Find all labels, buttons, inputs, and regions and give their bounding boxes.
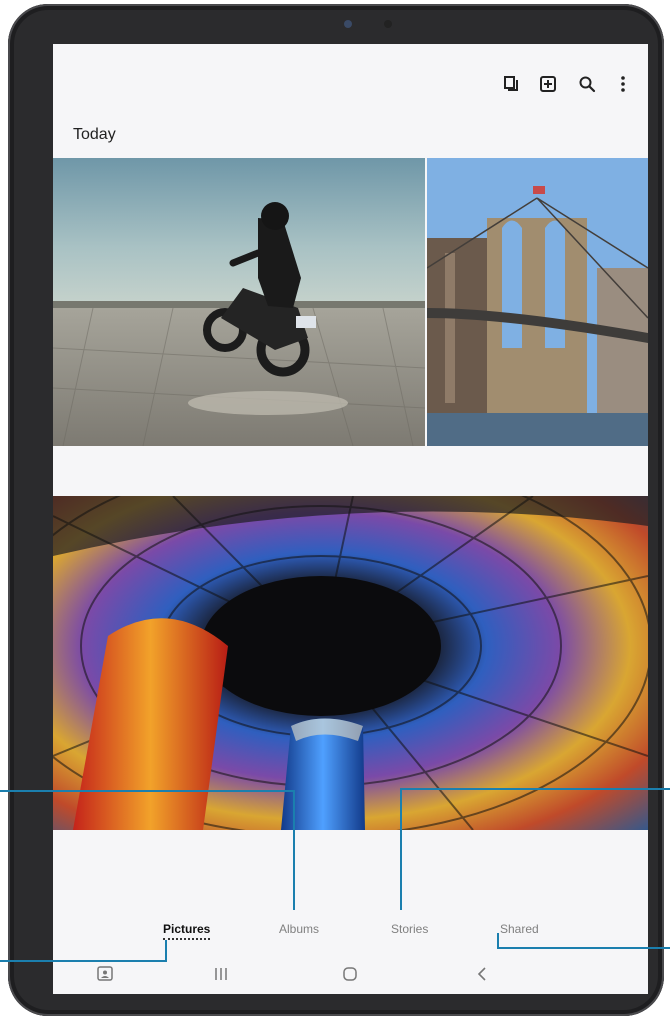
callout-line-albums-v — [293, 790, 295, 910]
tab-stories[interactable]: Stories — [391, 922, 428, 936]
section-title: Today — [73, 126, 116, 143]
gallery-screen: Today Pictures Albums Stories Shared — [53, 44, 648, 994]
tablet-device: Today Pictures Albums Stories Shared — [8, 4, 664, 1016]
active-tab-indicator — [163, 938, 211, 940]
callout-line-pictures-v — [165, 940, 167, 962]
home-icon[interactable] — [340, 964, 360, 984]
callout-line-shared-h — [498, 947, 670, 949]
callout-line-stories-v — [400, 788, 402, 910]
callout-line-pictures-h — [0, 960, 166, 962]
callout-line-albums-h — [0, 790, 294, 792]
screenshot-icon[interactable] — [95, 964, 115, 984]
tab-shared[interactable]: Shared — [500, 922, 539, 936]
tab-shared-label: Shared — [500, 922, 539, 936]
photo-bridge[interactable] — [427, 158, 648, 446]
select-icon[interactable] — [501, 74, 521, 94]
back-icon[interactable] — [473, 964, 493, 984]
more-options-icon[interactable] — [613, 74, 633, 94]
sensor — [384, 20, 392, 28]
photo-dome[interactable] — [53, 496, 648, 830]
create-icon[interactable] — [538, 74, 558, 94]
recent-apps-icon[interactable] — [211, 964, 231, 984]
callout-line-stories-h — [401, 788, 670, 790]
bottom-tabs: Pictures Albums Stories Shared — [53, 914, 648, 944]
photo-motorcycle[interactable] — [53, 158, 425, 446]
toolbar — [53, 44, 648, 124]
tab-pictures[interactable]: Pictures — [163, 922, 211, 940]
tab-stories-label: Stories — [391, 922, 429, 936]
tab-pictures-label: Pictures — [163, 922, 211, 936]
tab-albums[interactable]: Albums — [279, 922, 319, 936]
callout-line-shared-v — [497, 933, 499, 949]
front-camera — [344, 20, 352, 28]
tab-albums-label: Albums — [279, 922, 320, 936]
search-icon[interactable] — [577, 74, 597, 94]
